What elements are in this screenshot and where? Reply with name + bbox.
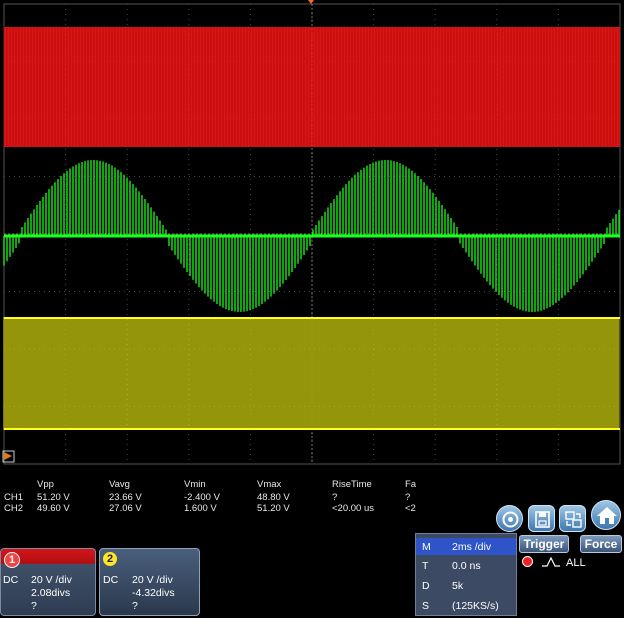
ch2-badge: 2 xyxy=(103,552,117,566)
meas-value: 27.06 V xyxy=(109,503,142,514)
meas-header-risetime: RiseTime xyxy=(332,479,372,490)
ch1-offset: 2.08divs xyxy=(31,587,71,599)
ch1-waveform xyxy=(3,27,620,147)
swap-button[interactable] xyxy=(559,505,586,532)
ch1-settings-panel[interactable]: 1 DC 20 V /div 2.08divs ? xyxy=(0,548,96,616)
meas-value: 51.20 V xyxy=(37,492,70,503)
meas-header-fall: Fa xyxy=(405,479,417,490)
timebase-s-value: (125KS/s) xyxy=(452,600,499,612)
meas-value: ? xyxy=(332,492,338,503)
meas-row-label: CH2 xyxy=(4,503,24,514)
timebase-d-value: 5k xyxy=(452,580,464,592)
meas-value: 48.80 V xyxy=(257,492,290,503)
ch1-extra: ? xyxy=(31,600,37,612)
zoom-button[interactable] xyxy=(496,505,523,532)
zoom-icon xyxy=(502,511,519,528)
force-button[interactable]: Force xyxy=(580,535,622,553)
ch2-coupling: DC xyxy=(103,574,119,586)
ch1-coupling: DC xyxy=(3,574,19,586)
timebase-t-label: T xyxy=(422,560,429,572)
timebase-row-s[interactable]: S (125KS/s) xyxy=(416,597,516,614)
trigger-source-channel-icon xyxy=(522,556,533,567)
meas-value: 51.20 V xyxy=(257,503,290,514)
timebase-row-m[interactable]: M 2ms /div xyxy=(416,538,516,555)
meas-value: <2 xyxy=(405,503,416,514)
meas-value: -2.400 V xyxy=(184,492,220,503)
ch2-offset: -4.32divs xyxy=(132,587,175,599)
meas-value: ? xyxy=(405,492,411,503)
meas-value: 1.600 V xyxy=(184,503,217,514)
waveform-canvas xyxy=(2,0,621,465)
home-icon xyxy=(597,507,617,524)
timebase-panel[interactable]: M 2ms /div T 0.0 ns D 5k S (125KS/s) xyxy=(415,533,517,616)
ch1-ground-marker-icon xyxy=(4,452,12,460)
trigger-button[interactable]: Trigger xyxy=(519,535,569,553)
meas-value: 49.60 V xyxy=(37,503,70,514)
timebase-d-label: D xyxy=(422,580,430,592)
ch2-settings-panel[interactable]: 2 DC 20 V /div -4.32divs ? xyxy=(99,548,200,616)
waveform-display[interactable] xyxy=(0,0,624,466)
save-icon xyxy=(535,511,550,528)
meas-header-vavg: Vavg xyxy=(109,479,130,490)
ch1-badge: 1 xyxy=(4,552,20,568)
timebase-row-t[interactable]: T 0.0 ns xyxy=(416,557,516,574)
meas-header-vmin: Vmin xyxy=(184,479,206,490)
ch1-scale: 20 V /div xyxy=(31,574,72,586)
meas-header-vmax: Vmax xyxy=(257,479,282,490)
timebase-t-value: 0.0 ns xyxy=(452,560,481,572)
meas-value: 23.66 V xyxy=(109,492,142,503)
save-button[interactable] xyxy=(528,505,555,532)
timebase-row-d[interactable]: D 5k xyxy=(416,577,516,594)
ch2-waveform xyxy=(3,317,620,430)
ch2-scale: 20 V /div xyxy=(132,574,173,586)
trigger-position-marker-icon xyxy=(308,0,314,4)
timebase-s-label: S xyxy=(422,600,430,612)
trigger-source-label: ALL xyxy=(566,557,586,569)
swap-icon xyxy=(565,511,582,528)
meas-header-vpp: Vpp xyxy=(37,479,54,490)
timebase-m-label: M xyxy=(422,541,431,553)
timebase-m-value: 2ms /div xyxy=(452,541,492,553)
home-button[interactable] xyxy=(591,500,621,530)
meas-value: <20.00 us xyxy=(332,503,374,514)
ch2-extra: ? xyxy=(132,600,138,612)
rising-edge-icon xyxy=(542,556,560,567)
meas-row-label: CH1 xyxy=(4,492,24,503)
